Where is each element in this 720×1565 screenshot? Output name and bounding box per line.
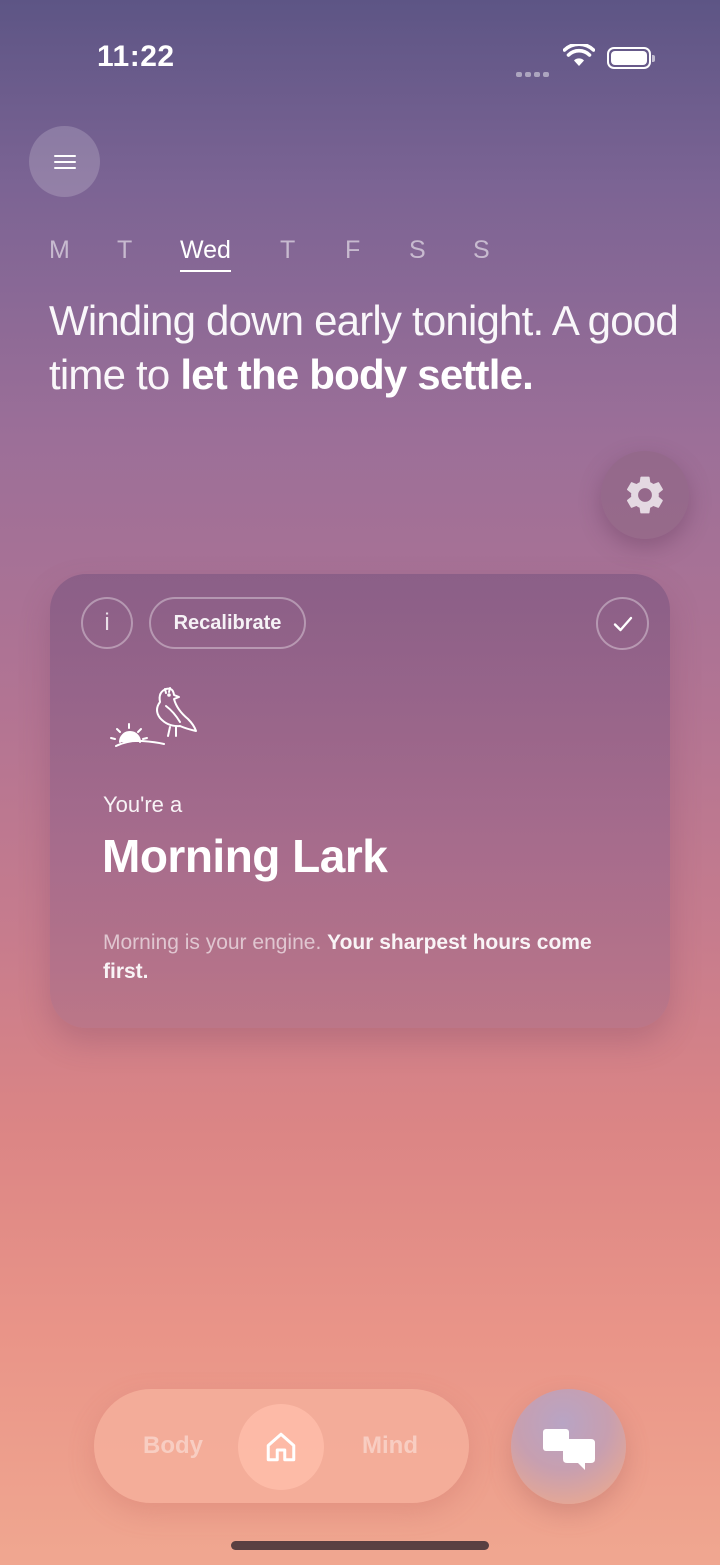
day-tue[interactable]: T (117, 236, 132, 265)
day-fri[interactable]: F (345, 236, 360, 265)
menu-button[interactable] (29, 126, 100, 197)
day-thu[interactable]: T (280, 236, 295, 265)
nav-body-tab[interactable]: Body (143, 1432, 203, 1460)
card-subtitle: You're a (103, 792, 183, 817)
daily-headline: Winding down early tonight. A good time … (49, 294, 689, 402)
bird-sunrise-icon (110, 687, 197, 747)
gear-icon (627, 476, 663, 514)
battery-icon (607, 47, 655, 69)
info-button[interactable]: i (81, 597, 133, 649)
day-sun[interactable]: S (473, 236, 490, 265)
hamburger-icon (53, 154, 76, 157)
wifi-icon (563, 44, 595, 66)
headline-bold: let the body settle. (180, 351, 534, 398)
nav-mind-tab[interactable]: Mind (362, 1432, 418, 1460)
day-sat[interactable]: S (409, 236, 426, 265)
bottom-nav: Body Mind (94, 1389, 469, 1503)
card-description: Morning is your engine. Your sharpest ho… (103, 928, 603, 986)
recalibrate-button[interactable]: Recalibrate (149, 597, 306, 649)
day-mon[interactable]: M (49, 236, 70, 265)
chronotype-card: i Recalibrate You're a Morning Lark Morn… (50, 574, 670, 1028)
checkmark-icon (613, 616, 632, 631)
home-icon (266, 1432, 296, 1462)
card-title: Morning Lark (102, 830, 388, 882)
card-desc-plain: Morning is your engine. (103, 931, 328, 954)
chat-button[interactable] (511, 1389, 626, 1504)
nav-home-tab[interactable] (238, 1404, 324, 1490)
week-day-selector: M T Wed T F S S (49, 236, 519, 276)
signal-icon (516, 64, 552, 82)
chat-bubbles-icon (542, 1428, 595, 1470)
status-bar: 11:22 (0, 0, 720, 110)
confirm-button[interactable] (596, 597, 649, 650)
settings-button[interactable] (601, 451, 689, 539)
clock: 11:22 (97, 40, 175, 73)
home-indicator (231, 1541, 489, 1550)
day-wed-selected[interactable]: Wed (180, 236, 231, 272)
